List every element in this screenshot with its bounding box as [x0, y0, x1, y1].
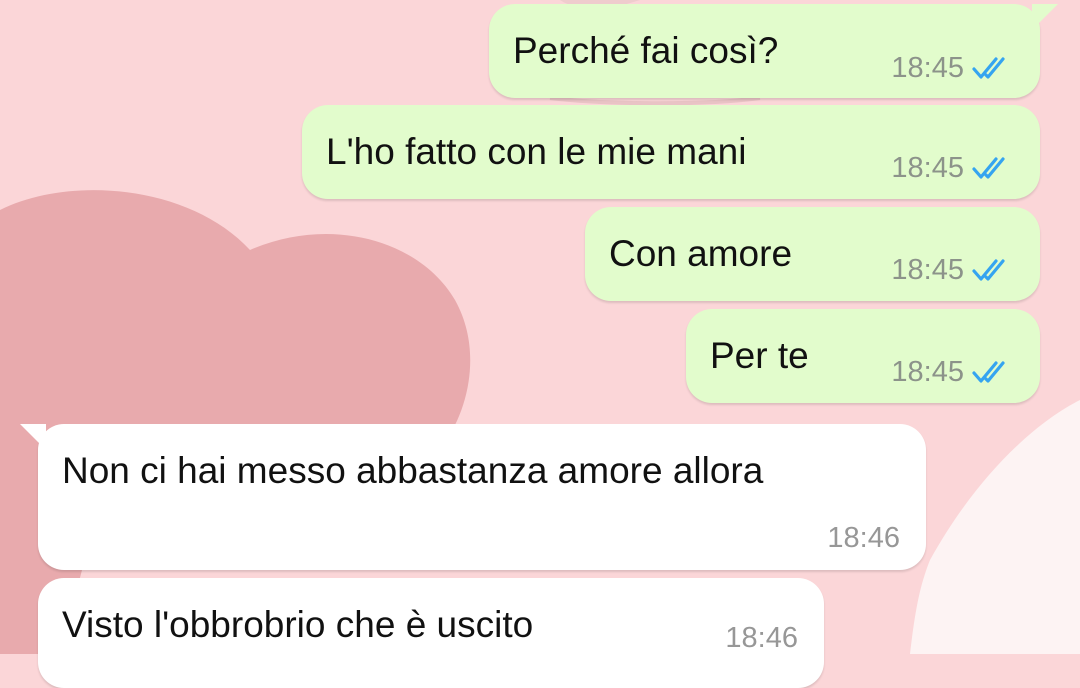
message-meta: 18:45: [891, 52, 1014, 84]
double-check-icon: [972, 361, 1005, 383]
double-check-icon: [972, 57, 1005, 79]
message-bubble-incoming[interactable]: Visto l'obbrobrio che è uscito 18:46: [38, 578, 824, 688]
message-time: 18:45: [891, 152, 964, 184]
message-meta: 18:46: [725, 622, 798, 654]
message-text: Con amore: [609, 233, 793, 274]
message-meta: 18:45: [891, 152, 1014, 184]
message-time: 18:45: [891, 52, 964, 84]
message-list[interactable]: Perché fai così? 18:45 L'ho fatto con le…: [0, 0, 1080, 688]
message-text: L'ho fatto con le mie mani: [326, 131, 747, 172]
message-text: Perché fai così?: [513, 30, 779, 71]
message-text: Non ci hai messo abbastanza amore allora: [62, 450, 764, 491]
double-check-icon: [972, 259, 1005, 281]
message-meta: 18:46: [827, 522, 900, 554]
bubble-tail: [1032, 4, 1058, 30]
message-bubble-outgoing[interactable]: Per te 18:45: [686, 309, 1040, 403]
message-time: 18:46: [725, 622, 798, 654]
message-bubble-incoming[interactable]: Non ci hai messo abbastanza amore allora…: [20, 424, 926, 570]
message-bubble-outgoing[interactable]: Perché fai così? 18:45: [489, 4, 1058, 98]
message-meta: 18:45: [891, 254, 1014, 286]
message-text: Per te: [710, 335, 809, 376]
bubble-tail: [20, 424, 46, 450]
message-time: 18:45: [891, 254, 964, 286]
message-time: 18:45: [891, 356, 964, 388]
double-check-icon: [972, 157, 1005, 179]
message-bubble-outgoing[interactable]: L'ho fatto con le mie mani 18:45: [302, 105, 1040, 199]
message-time: 18:46: [827, 522, 900, 554]
message-meta: 18:45: [891, 356, 1014, 388]
message-text: Visto l'obbrobrio che è uscito: [62, 604, 534, 645]
message-bubble-outgoing[interactable]: Con amore 18:45: [585, 207, 1040, 301]
